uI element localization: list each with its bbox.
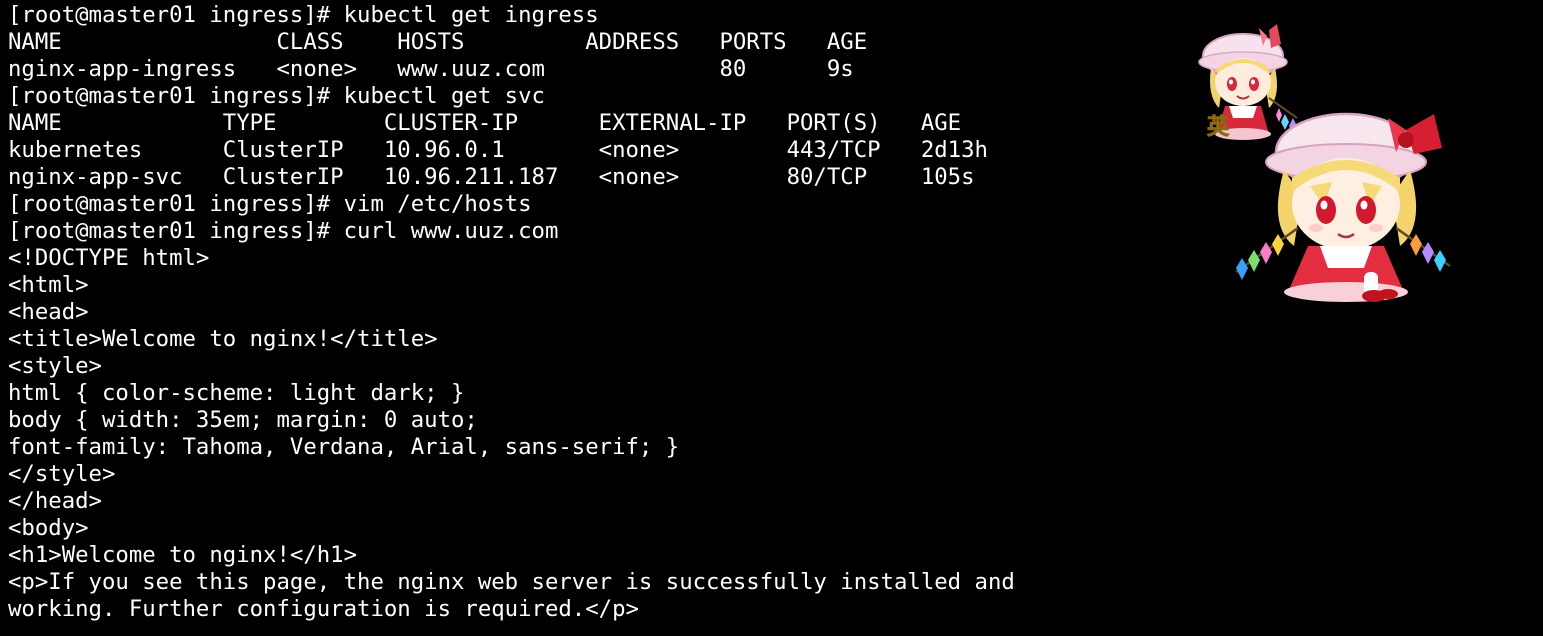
prompt-line: [root@master01 ingress]# vim /etc/hosts [8,191,532,217]
prompt-line: [root@master01 ingress]# kubectl get ing… [8,2,599,28]
output-line: NAME TYPE CLUSTER-IP EXTERNAL-IP PORT(S)… [8,110,962,136]
output-line: <h1>Welcome to nginx!</h1> [8,542,358,568]
output-line: body { width: 35em; margin: 0 auto; [8,407,478,433]
output-line: kubernetes ClusterIP 10.96.0.1 <none> 44… [8,137,988,163]
output-line: <body> [8,515,89,541]
output-line: <head> [8,299,89,325]
output-line: <html> [8,272,89,298]
mascot-badge: 英 [1207,115,1230,140]
output-line: NAME CLASS HOSTS ADDRESS PORTS AGE [8,29,868,55]
output-line: working. Further configuration is requir… [8,596,639,622]
output-line: <title>Welcome to nginx!</title> [8,326,438,352]
output-line: html { color-scheme: light dark; } [8,380,465,406]
output-line: </style> [8,461,116,487]
terminal-window[interactable]: [root@master01 ingress]# kubectl get ing… [0,0,1543,636]
output-line: <style> [8,353,102,379]
output-line: <p>If you see this page, the nginx web s… [8,569,1015,595]
output-line: font-family: Tahoma, Verdana, Arial, san… [8,434,680,460]
output-line: nginx-app-ingress <none> www.uuz.com 80 … [8,56,854,82]
mascot-large-icon[interactable] [1228,96,1458,308]
prompt-line: [root@master01 ingress]# kubectl get svc [8,83,545,109]
terminal-output: [root@master01 ingress]# kubectl get ing… [8,2,1015,623]
output-line: nginx-app-svc ClusterIP 10.96.211.187 <n… [8,164,975,190]
output-line: </head> [8,488,102,514]
output-line: <!DOCTYPE html> [8,245,210,271]
prompt-line: [root@master01 ingress]# curl www.uuz.co… [8,218,559,244]
